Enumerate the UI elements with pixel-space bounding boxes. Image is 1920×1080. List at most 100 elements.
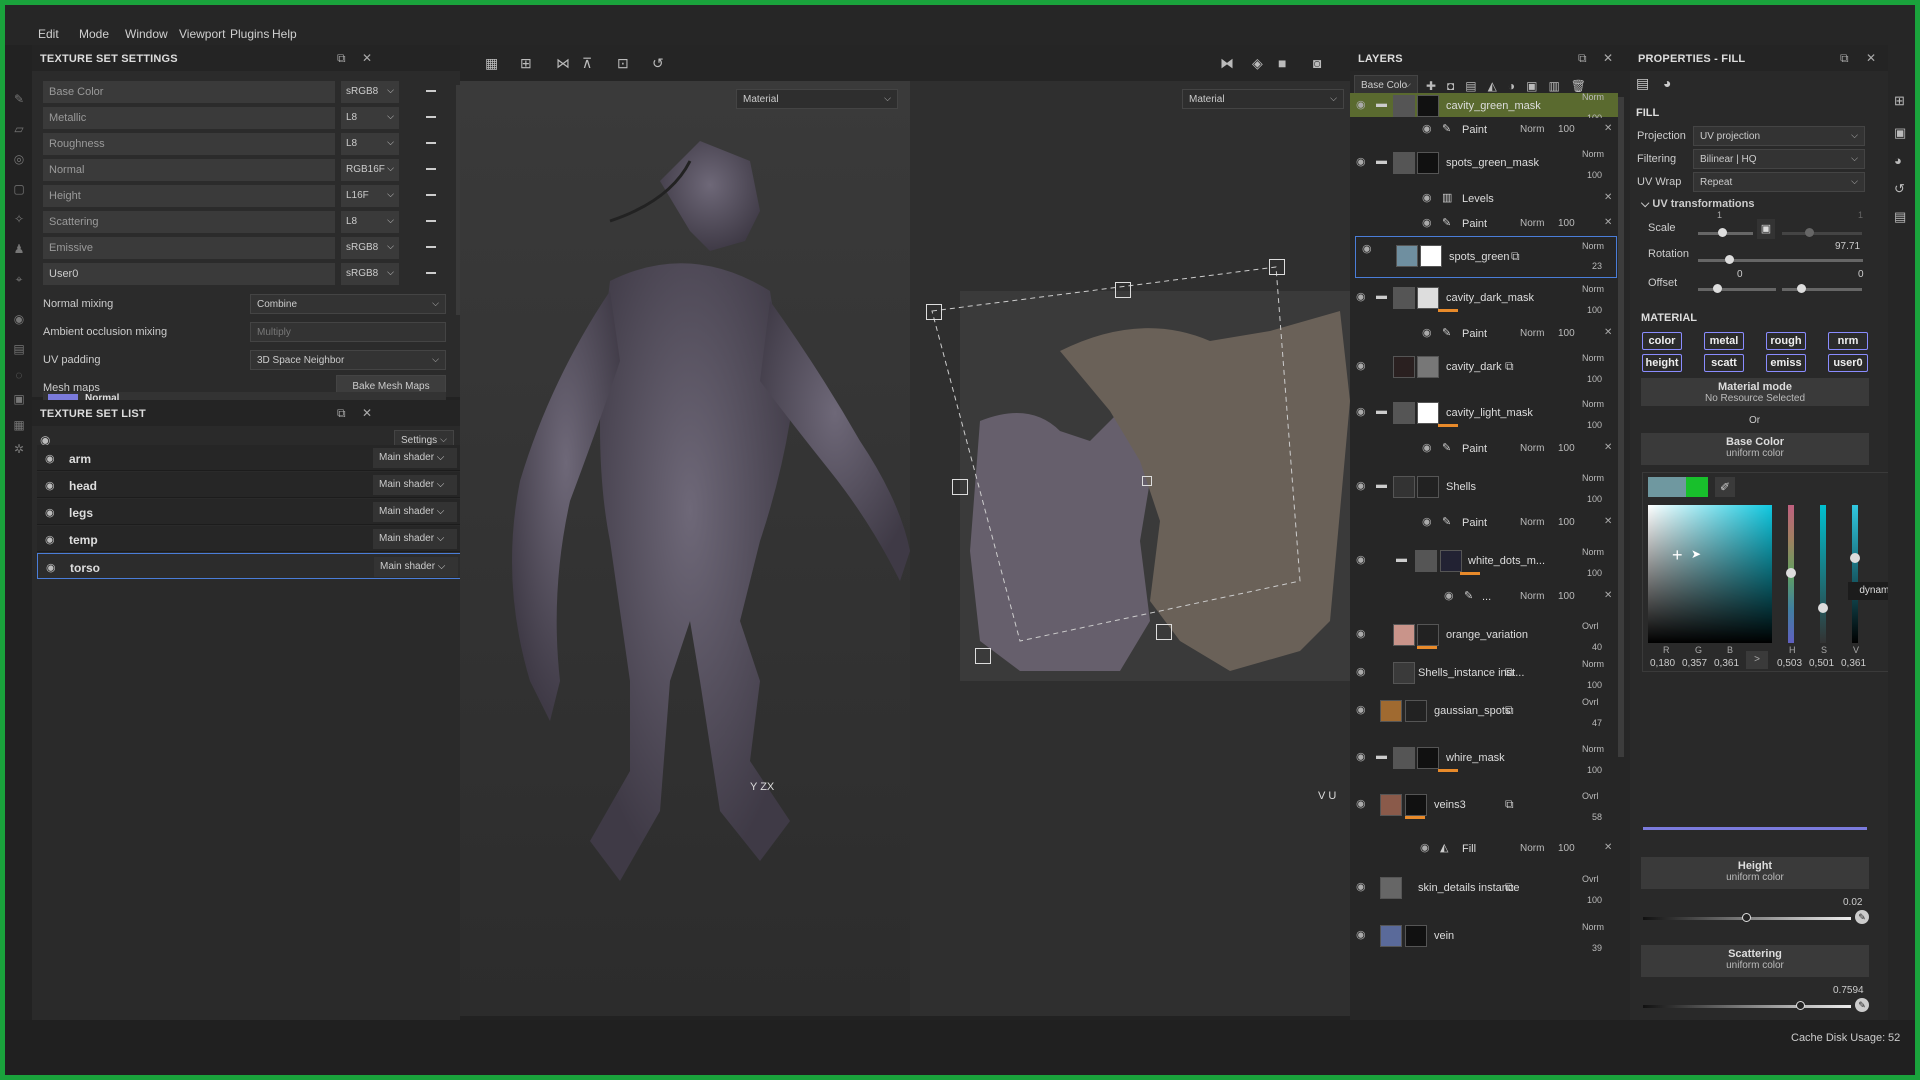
uv-transformations-toggle[interactable]: ⌵ UV transformations	[1641, 198, 1754, 211]
eye-icon[interactable]: ◉	[1422, 191, 1432, 204]
slider-knob[interactable]	[1725, 255, 1734, 264]
slider-knob[interactable]	[1818, 603, 1828, 613]
shader-icon[interactable]: ◕	[1894, 153, 1902, 168]
material-tab-icon[interactable]: ◕	[1663, 75, 1671, 91]
channel-format-dropdown[interactable]: L8 ⌵	[341, 211, 399, 233]
align-icon[interactable]: ⊼	[582, 55, 592, 72]
offset-slider-b[interactable]	[1782, 288, 1862, 291]
float-icon[interactable]: ⧉	[337, 51, 346, 66]
rotation-slider[interactable]	[1698, 259, 1863, 262]
slider-knob[interactable]	[1718, 228, 1727, 237]
eye-icon[interactable]: ◉	[1422, 441, 1432, 454]
scattering-slider[interactable]	[1643, 1005, 1851, 1008]
eraser-icon[interactable]: ▱	[12, 122, 26, 136]
chip-emiss[interactable]: emiss	[1766, 354, 1806, 372]
gear-icon[interactable]: ✲	[12, 442, 26, 456]
eye-icon[interactable]: ◉	[45, 533, 55, 546]
chip-nrm[interactable]: nrm	[1828, 332, 1868, 350]
eye-icon[interactable]: ◉	[1356, 665, 1366, 678]
r-value-field[interactable]: 0,180	[1650, 658, 1675, 669]
eye-icon[interactable]: ◉	[1356, 797, 1366, 810]
menu-mode[interactable]: Mode	[79, 27, 109, 41]
g-value-field[interactable]: 0,357	[1682, 658, 1707, 669]
smudge-icon[interactable]: ✧	[12, 212, 26, 226]
eye-icon[interactable]: ◉	[1356, 359, 1366, 372]
uv-padding-dropdown[interactable]: 3D Space Neighbor ⌵	[250, 350, 446, 370]
layer-item[interactable]: ◉ orange_variation Ovrl 40	[1350, 621, 1618, 652]
slider-knob[interactable]	[1796, 1001, 1805, 1010]
b-value-field[interactable]: 0,361	[1714, 658, 1739, 669]
color-field[interactable]	[1648, 505, 1772, 643]
eye-icon[interactable]: ◉	[1420, 841, 1430, 854]
s-value-field[interactable]: 0,501	[1809, 658, 1834, 669]
layer-effect[interactable]: ◉ ✎ Paint Norm 100 ✕	[1350, 212, 1618, 234]
transform-handle[interactable]	[1269, 259, 1285, 275]
slider-knob[interactable]	[1805, 228, 1814, 237]
remove-channel-button[interactable]	[426, 220, 436, 222]
display-settings-icon[interactable]: ▣	[1894, 125, 1906, 141]
layout-icon[interactable]: ⊞	[520, 55, 532, 72]
edit-icon[interactable]: ✎	[1855, 998, 1869, 1012]
layer-item-selected[interactable]: ◉ spots_green ⧉ Norm 23	[1355, 236, 1617, 278]
eye-icon[interactable]: ◉	[45, 479, 55, 492]
layer-toolbar[interactable]: ✚◘▤◭◑▣▥🗑	[1426, 79, 1597, 93]
close-icon[interactable]: ✕	[1604, 327, 1612, 338]
chip-scatt[interactable]: scatt	[1704, 354, 1744, 372]
close-icon[interactable]: ✕	[1604, 590, 1612, 601]
chip-rough[interactable]: rough	[1766, 332, 1806, 350]
layer-effect[interactable]: ◉ ✎ Paint Norm 100 ✕	[1350, 118, 1618, 140]
close-icon[interactable]: ✕	[1604, 516, 1612, 527]
eye-icon[interactable]: ◉	[1422, 216, 1432, 229]
material-mode-slot[interactable]: Material mode No Resource Selected	[1641, 378, 1869, 406]
scale-slider-b[interactable]	[1782, 232, 1862, 235]
projection-dropdown[interactable]: UV projection ⌵	[1693, 126, 1865, 146]
split-icon[interactable]: ⧓	[1220, 55, 1234, 72]
layer-item[interactable]: ◉ Shells_instance inst... ⧉ Norm 100	[1350, 659, 1618, 690]
layer-item[interactable]: ◉ ▬ cavity_dark_mask Norm 100	[1350, 284, 1618, 315]
eye-icon[interactable]: ◉	[1422, 122, 1432, 135]
layer-item[interactable]: ◉ cavity_dark ⧉ Norm 100	[1350, 353, 1618, 384]
float-icon[interactable]: ⧉	[337, 406, 346, 421]
texture-set-item-head[interactable]: ◉ head Main shader ⌵	[37, 472, 461, 498]
layout-icon[interactable]: ⊞	[1894, 93, 1905, 109]
layer-item[interactable]: ◉ ▬ spots_green_mask Norm 100	[1350, 149, 1618, 180]
eye-icon[interactable]: ◉	[1356, 750, 1366, 763]
brush-icon[interactable]: ✎	[12, 92, 26, 106]
pivot-handle[interactable]	[1142, 476, 1152, 486]
v-value-field[interactable]: 0,361	[1841, 658, 1866, 669]
remove-channel-button[interactable]	[426, 116, 436, 118]
expand-button[interactable]: >	[1746, 651, 1768, 669]
photoshop-icon[interactable]: ▣	[12, 392, 26, 406]
eye-icon[interactable]: ◉	[1356, 479, 1366, 492]
history-icon[interactable]: ↺	[652, 55, 664, 72]
channel-format-dropdown[interactable]: sRGB8 ⌵	[341, 81, 399, 103]
history-icon[interactable]: ↺	[1894, 181, 1905, 197]
layer-item[interactable]: ◉ ▬ whire_mask Norm 100	[1350, 744, 1618, 775]
close-icon[interactable]: ✕	[1866, 51, 1876, 65]
float-icon[interactable]: ⧉	[1840, 51, 1849, 66]
eye-icon[interactable]: ◉	[1356, 405, 1366, 418]
clone-icon[interactable]: ♟	[12, 242, 26, 256]
viewport-uv[interactable]: Material ⌵ V U	[910, 81, 1350, 1016]
channel-format-dropdown[interactable]: L8 ⌵	[341, 133, 399, 155]
offset-slider-a[interactable]	[1698, 288, 1776, 291]
layers-icon[interactable]: ▤	[12, 342, 26, 356]
eye-icon[interactable]: ◉	[1356, 928, 1366, 941]
slider-knob[interactable]	[1797, 284, 1806, 293]
cube-icon[interactable]: ◈	[1252, 55, 1263, 72]
menu-window[interactable]: Window	[125, 27, 168, 41]
channel-format-dropdown[interactable]: sRGB8 ⌵	[341, 263, 399, 285]
display-icon[interactable]: ▦	[12, 418, 26, 432]
screenshot-icon[interactable]: ◙	[1313, 55, 1321, 71]
layer-item[interactable]: ◉ gaussian_spots ⧉ Ovrl 47	[1350, 697, 1618, 728]
remove-channel-button[interactable]	[426, 90, 436, 92]
channel-format-dropdown[interactable]: sRGB8 ⌵	[341, 237, 399, 259]
h-value-field[interactable]: 0,503	[1777, 658, 1802, 669]
filtering-dropdown[interactable]: Bilinear | HQ ⌵	[1693, 149, 1865, 169]
layer-effect[interactable]: ◉ ▥ Levels ✕	[1350, 187, 1618, 209]
chip-color[interactable]: color	[1642, 332, 1682, 350]
shader-dropdown[interactable]: Main shader ⌵	[373, 475, 457, 495]
symmetry-icon[interactable]: ⋈	[556, 55, 570, 72]
layer-item[interactable]: ◉ ▬ cavity_light_mask Norm 100	[1350, 399, 1618, 430]
uvwrap-dropdown[interactable]: Repeat ⌵	[1693, 172, 1865, 192]
